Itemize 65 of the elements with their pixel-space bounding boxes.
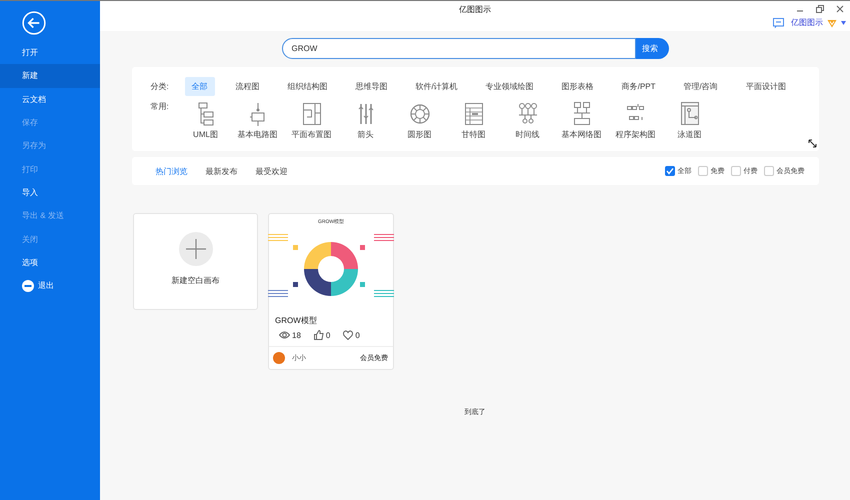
- checkbox[interactable]: [764, 166, 774, 176]
- sidebar-item[interactable]: 云文档: [0, 88, 100, 111]
- view-count: 18: [292, 330, 301, 340]
- row-label: 常用:: [150, 101, 170, 112]
- sidebar-item[interactable]: 退出: [0, 274, 100, 298]
- check-icon: [666, 167, 674, 175]
- template-type[interactable]: 基本电路图: [234, 101, 280, 140]
- floor-plan-icon: [302, 101, 322, 127]
- chat-icon: [773, 18, 784, 28]
- search-button[interactable]: 搜索: [636, 38, 668, 59]
- sidebar-item[interactable]: 新建: [0, 64, 100, 88]
- like-count: 0: [326, 330, 330, 340]
- new-canvas-card[interactable]: 新建空白画布: [133, 213, 258, 310]
- category-tab[interactable]: 组织结构图: [280, 77, 334, 96]
- template-type[interactable]: 时间线: [504, 101, 550, 140]
- template-type[interactable]: 箭头: [342, 101, 388, 140]
- back-button[interactable]: [22, 11, 46, 35]
- circuit-icon: [248, 101, 268, 127]
- sidebar-item[interactable]: 导入: [0, 180, 100, 204]
- favorite-count: 0: [355, 330, 360, 340]
- heart-icon: [343, 330, 354, 340]
- avatar: [273, 352, 285, 364]
- sort-tab[interactable]: 最新发布: [206, 166, 238, 176]
- window-title: 亿图图示: [459, 4, 491, 14]
- category-tab[interactable]: 平面设计图: [738, 77, 793, 96]
- category-tab[interactable]: 思维导图: [348, 77, 394, 96]
- category-tab[interactable]: 管理/咨询: [676, 77, 725, 96]
- network-icon: [572, 101, 592, 127]
- close-icon: [836, 5, 844, 13]
- sort-tab[interactable]: 热门浏览: [156, 166, 188, 176]
- category-tab[interactable]: 商务/PPT: [614, 77, 663, 96]
- template-type[interactable]: 泳道图: [666, 101, 712, 140]
- checkbox[interactable]: [730, 166, 740, 176]
- search-field[interactable]: GROW: [282, 38, 636, 59]
- sidebar-item[interactable]: 打开: [0, 41, 100, 64]
- template-type[interactable]: 平面布置图: [288, 101, 334, 140]
- sidebar-item[interactable]: 选项: [0, 250, 100, 274]
- checkbox[interactable]: [664, 166, 674, 176]
- plus-circle-icon: [178, 232, 212, 266]
- category-tab[interactable]: 流程图: [228, 77, 266, 96]
- sort-tab[interactable]: 最受欢迎: [256, 166, 288, 176]
- swimlane-icon: [680, 101, 700, 127]
- category-tab[interactable]: 软件/计算机: [408, 77, 465, 96]
- category-tab[interactable]: 专业领域绘图: [478, 77, 541, 96]
- checkbox[interactable]: [698, 166, 708, 176]
- minus-circle-icon: [22, 280, 34, 292]
- template-type[interactable]: 甘特图: [450, 101, 496, 140]
- template-type[interactable]: 程序架构图: [612, 101, 658, 140]
- restore-icon: [816, 5, 824, 13]
- account-name[interactable]: 亿图图示: [791, 17, 823, 28]
- uml-diagram-icon: [196, 101, 216, 127]
- caret-icon: [841, 20, 846, 24]
- row-label: 分类:: [150, 81, 170, 92]
- new-canvas-label: 新建空白画布: [172, 275, 220, 286]
- vip-diamond-icon: [827, 18, 837, 28]
- category-tab[interactable]: 图形表格: [554, 77, 601, 96]
- template-type[interactable]: UML图: [184, 101, 226, 140]
- expand-arrows-icon: [808, 139, 816, 148]
- template-type[interactable]: 圆形图: [396, 101, 442, 140]
- template-type[interactable]: 基本网络图: [558, 101, 604, 140]
- category-tab[interactable]: 全部: [184, 77, 214, 96]
- gantt-chart-icon: [464, 101, 484, 127]
- template-title: GROW模型: [274, 315, 318, 326]
- thumbs-up-icon: [314, 330, 324, 340]
- eye-icon: [279, 331, 290, 339]
